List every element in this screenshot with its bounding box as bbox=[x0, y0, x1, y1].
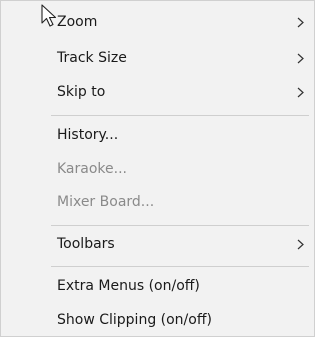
chevron-right-icon bbox=[294, 7, 306, 37]
menu-item-label: Extra Menus (on/off) bbox=[57, 278, 200, 294]
menu-item-label: Show Clipping (on/off) bbox=[57, 312, 212, 328]
menu-item-label: Mixer Board... bbox=[57, 194, 155, 210]
menu-item-label: History... bbox=[57, 127, 119, 143]
menu-item-skip-to[interactable]: Skip to bbox=[1, 77, 314, 107]
menu-item-label: Skip to bbox=[57, 84, 106, 100]
menu-item-label: Zoom bbox=[57, 14, 98, 30]
context-menu: Zoom Track Size Skip to History... Karao… bbox=[0, 0, 315, 337]
menu-item-toolbars[interactable]: Toolbars bbox=[1, 229, 314, 259]
menu-item-extra-menus[interactable]: Extra Menus (on/off) bbox=[1, 271, 314, 301]
menu-item-label: Karaoke... bbox=[57, 161, 127, 177]
menu-separator bbox=[51, 225, 309, 226]
mouse-pointer-icon bbox=[41, 4, 63, 30]
menu-item-karaoke: Karaoke... bbox=[1, 154, 314, 184]
chevron-right-icon bbox=[294, 77, 306, 107]
chevron-right-icon bbox=[294, 43, 306, 73]
chevron-right-icon bbox=[294, 229, 306, 259]
menu-item-mixer-board: Mixer Board... bbox=[1, 187, 314, 217]
menu-separator bbox=[51, 266, 309, 267]
menu-item-label: Toolbars bbox=[57, 236, 115, 252]
menu-item-show-clipping[interactable]: Show Clipping (on/off) bbox=[1, 305, 314, 335]
menu-item-history[interactable]: History... bbox=[1, 120, 314, 150]
menu-item-track-size[interactable]: Track Size bbox=[1, 43, 314, 73]
menu-item-label: Track Size bbox=[57, 50, 127, 66]
menu-separator bbox=[51, 115, 309, 116]
